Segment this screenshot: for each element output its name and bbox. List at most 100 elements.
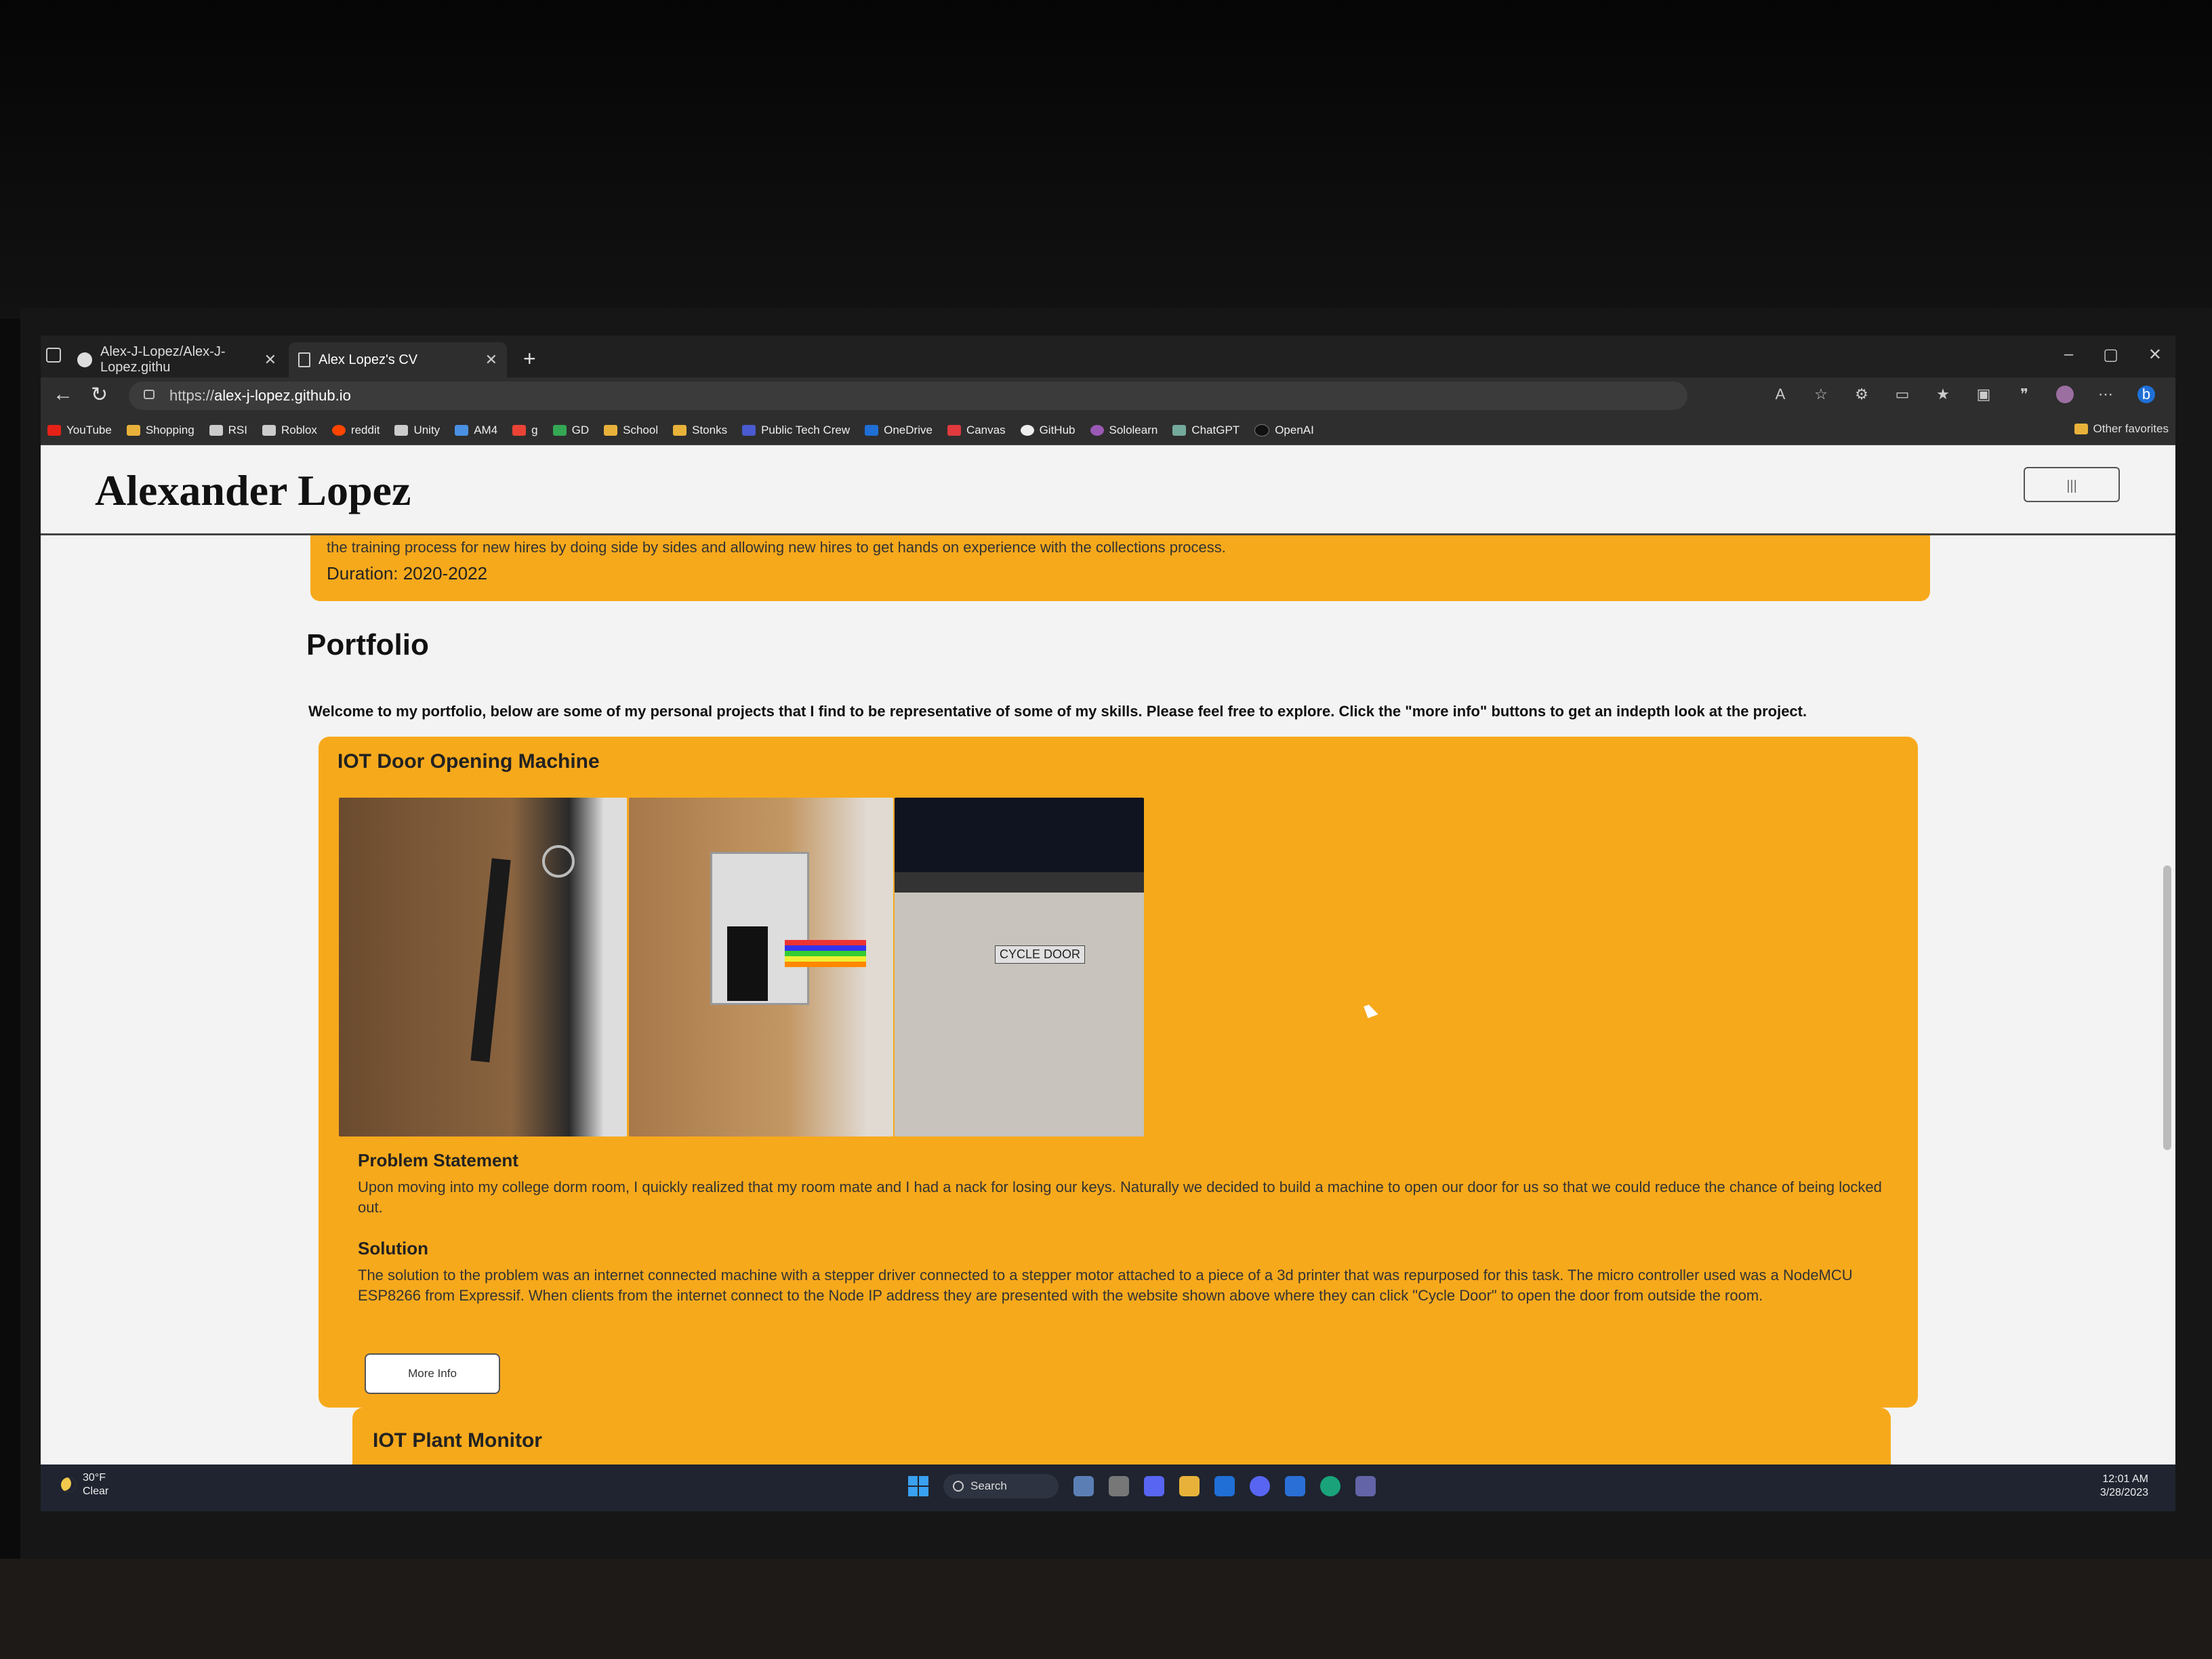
favorites-icon[interactable]: ★ bbox=[1934, 386, 1952, 403]
door-knob bbox=[542, 845, 575, 878]
screen: Alex-J-Lopez/Alex-J-Lopez.githu ✕ Alex L… bbox=[41, 335, 2175, 1511]
favorites-bar: YouTube Shopping RSI Roblox reddit Unity… bbox=[41, 415, 2175, 445]
favorite-item[interactable]: Sololearn bbox=[1090, 424, 1158, 437]
widgets-icon[interactable] bbox=[1073, 1476, 1094, 1496]
tab-cv[interactable]: Alex Lopez's CV ✕ bbox=[289, 342, 507, 377]
canvas-icon bbox=[947, 424, 961, 436]
folder-icon bbox=[2074, 424, 2088, 434]
favorite-item[interactable]: OneDrive bbox=[865, 424, 933, 437]
extensions-icon[interactable]: ⚙ bbox=[1853, 386, 1870, 403]
problem-text: Upon moving into my college dorm room, I… bbox=[358, 1179, 1882, 1216]
browser-toolbar: ← ↻ https://alex-j-lopez.github.io A ☆ ⚙… bbox=[41, 377, 2175, 415]
add-favorite-icon[interactable]: ☆ bbox=[1812, 386, 1830, 403]
menu-toggle-button[interactable]: ||| bbox=[2024, 467, 2120, 502]
more-icon[interactable]: ⋯ bbox=[2097, 386, 2114, 403]
experience-description: the training process for new hires by do… bbox=[327, 539, 1226, 556]
file-explorer-icon[interactable] bbox=[1179, 1476, 1200, 1496]
close-window-button[interactable]: ✕ bbox=[2148, 345, 2162, 365]
weather-widget[interactable]: 30°F Clear bbox=[61, 1471, 108, 1498]
edge-icon[interactable] bbox=[1320, 1476, 1340, 1496]
site-title: Alexander Lopez bbox=[95, 466, 411, 514]
favorite-item[interactable]: Canvas bbox=[947, 424, 1006, 437]
close-tab-icon[interactable]: ✕ bbox=[485, 351, 497, 369]
am4-icon bbox=[455, 424, 469, 436]
address-prefix: https:// bbox=[169, 387, 215, 404]
browser-bar bbox=[895, 872, 1144, 893]
favorite-item[interactable]: AM4 bbox=[455, 424, 497, 437]
favorite-item[interactable]: Shopping bbox=[126, 424, 194, 437]
sololearn-icon bbox=[1090, 424, 1104, 436]
teams-icon[interactable] bbox=[1355, 1476, 1376, 1496]
portfolio-intro: Welcome to my portfolio, below are some … bbox=[308, 703, 1807, 720]
profile-avatar[interactable] bbox=[2056, 386, 2074, 403]
teams-icon bbox=[742, 424, 756, 436]
outlook-icon[interactable] bbox=[1214, 1476, 1235, 1496]
favorite-item[interactable]: Public Tech Crew bbox=[742, 424, 850, 437]
tab-github[interactable]: Alex-J-Lopez/Alex-J-Lopez.githu ✕ bbox=[68, 342, 286, 377]
start-icon[interactable] bbox=[908, 1476, 928, 1496]
back-button[interactable]: ← bbox=[53, 383, 73, 406]
youtube-icon bbox=[47, 424, 61, 436]
more-info-button[interactable]: More Info bbox=[365, 1353, 500, 1394]
quote-icon[interactable]: ❞ bbox=[2015, 386, 2033, 403]
refresh-button[interactable]: ↻ bbox=[91, 383, 108, 407]
favorite-item[interactable]: RSI bbox=[209, 424, 247, 437]
site-header: Alexander Lopez ||| bbox=[41, 445, 2175, 535]
task-view-icon[interactable] bbox=[1109, 1476, 1129, 1496]
system-clock[interactable]: 12:01 AM 3/28/2023 bbox=[2100, 1473, 2148, 1500]
page-scrollbar[interactable] bbox=[2163, 865, 2171, 1150]
github-icon bbox=[1020, 424, 1034, 436]
project-title: IOT Plant Monitor bbox=[373, 1429, 542, 1452]
project-photo-circuit bbox=[629, 798, 893, 1136]
favorite-item[interactable]: YouTube bbox=[47, 424, 112, 437]
bing-icon[interactable]: b bbox=[2137, 386, 2155, 403]
collections-icon[interactable]: ▣ bbox=[1975, 386, 1992, 403]
background-wall bbox=[0, 0, 2212, 319]
project-title: IOT Door Opening Machine bbox=[337, 750, 600, 773]
tab-title: Alex Lopez's CV bbox=[319, 352, 418, 367]
favorite-item[interactable]: GitHub bbox=[1020, 424, 1076, 437]
taskbar-search[interactable]: Search bbox=[943, 1474, 1059, 1498]
monitor-top bbox=[895, 798, 1144, 872]
cycle-door-button: CYCLE DOOR bbox=[995, 945, 1086, 964]
favorite-item[interactable]: Unity bbox=[394, 424, 440, 437]
close-tab-icon[interactable]: ✕ bbox=[264, 351, 276, 369]
weather-text: 30°F Clear bbox=[83, 1472, 109, 1497]
toolbar-icons: A ☆ ⚙ ▭ ★ ▣ ❞ ⋯ b bbox=[1771, 386, 2155, 403]
roblox-icon bbox=[262, 424, 276, 436]
read-aloud-icon[interactable]: A bbox=[1771, 386, 1789, 403]
ribbon-wires bbox=[785, 940, 866, 967]
other-favorites[interactable]: Other favorites bbox=[2074, 422, 2169, 436]
split-screen-icon[interactable]: ▭ bbox=[1893, 386, 1911, 403]
favorite-item[interactable]: ChatGPT bbox=[1172, 424, 1240, 437]
web-page: Alexander Lopez ||| the training process… bbox=[41, 445, 2175, 1511]
tab-actions-icon[interactable] bbox=[46, 348, 61, 363]
tab-strip: Alex-J-Lopez/Alex-J-Lopez.githu ✕ Alex L… bbox=[41, 335, 2175, 377]
folder-icon bbox=[673, 424, 687, 436]
address-host: alex-j-lopez.github.io bbox=[214, 387, 351, 404]
favorite-item[interactable]: Roblox bbox=[262, 424, 317, 437]
unity-icon bbox=[394, 424, 409, 436]
favorite-item[interactable]: GD bbox=[552, 424, 589, 437]
favorite-item[interactable]: g bbox=[512, 424, 538, 437]
minimize-button[interactable]: – bbox=[2064, 345, 2073, 365]
lock-icon bbox=[144, 390, 155, 399]
solution-text: The solution to the problem was an inter… bbox=[358, 1267, 1853, 1304]
address-bar[interactable]: https://alex-j-lopez.github.io bbox=[129, 382, 1687, 410]
rsi-icon bbox=[209, 424, 223, 436]
teams-chat-icon[interactable] bbox=[1144, 1476, 1164, 1496]
reddit-icon bbox=[331, 424, 346, 436]
favorite-item[interactable]: School bbox=[604, 424, 658, 437]
window-controls: – ▢ ✕ bbox=[2064, 345, 2162, 365]
experience-duration: Duration: 2020-2022 bbox=[327, 563, 488, 583]
favorite-item[interactable]: OpenAI bbox=[1254, 424, 1314, 437]
microcontroller bbox=[727, 926, 768, 1001]
door-arm bbox=[470, 858, 511, 1063]
bing-icon[interactable] bbox=[1285, 1476, 1305, 1496]
restore-button[interactable]: ▢ bbox=[2103, 345, 2118, 365]
favorite-item[interactable]: reddit bbox=[331, 424, 380, 437]
chatgpt-icon bbox=[1172, 424, 1187, 436]
discord-icon[interactable] bbox=[1250, 1476, 1270, 1496]
favorite-item[interactable]: Stonks bbox=[673, 424, 727, 437]
new-tab-button[interactable]: + bbox=[523, 348, 536, 369]
